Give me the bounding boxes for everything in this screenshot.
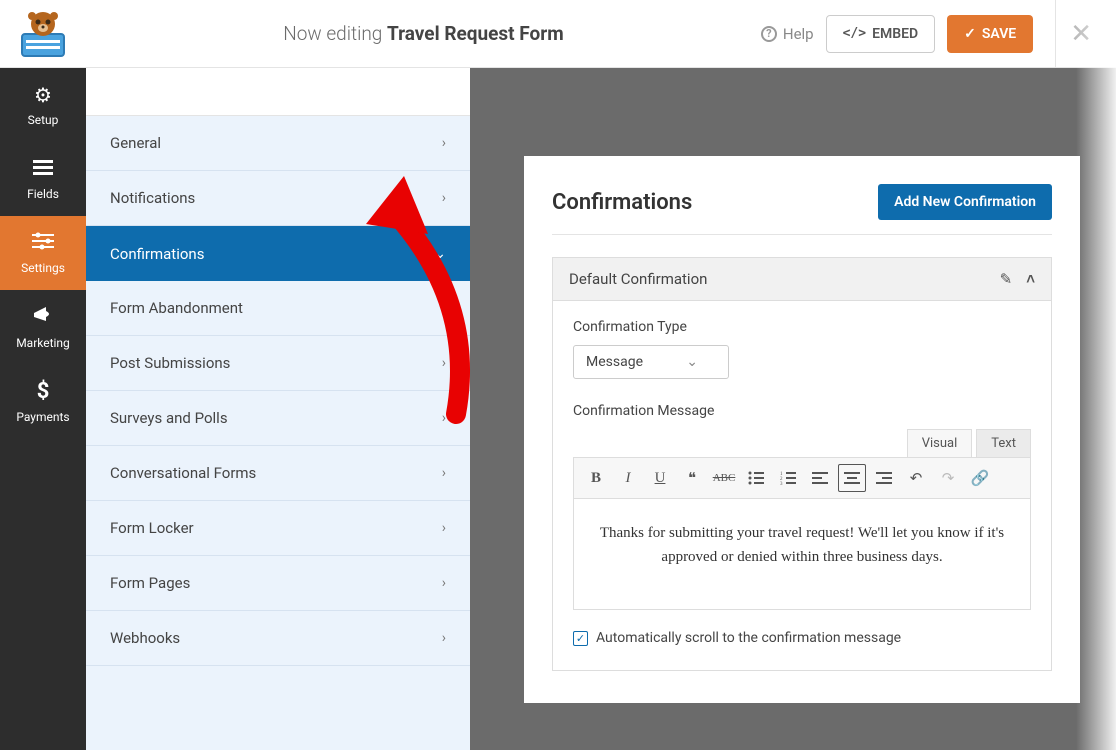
subnav-post-submissions[interactable]: Post Submissions› [86,336,470,391]
primary-nav: ⚙ Setup Fields Settings Marketing $ Paym… [0,68,86,750]
undo-button[interactable]: ↶ [902,464,930,492]
bullhorn-icon [32,305,54,330]
close-button[interactable]: ✕ [1055,0,1096,68]
save-button[interactable]: ✓ SAVE [947,15,1033,53]
embed-button[interactable]: </> EMBED [826,15,936,53]
nav-settings[interactable]: Settings [0,216,86,290]
subnav-confirmations[interactable]: Confirmations⌄ [86,226,470,281]
subnav-notifications[interactable]: Notifications› [86,171,470,226]
nav-setup[interactable]: ⚙ Setup [0,68,86,142]
gear-icon: ⚙ [34,83,52,107]
chevron-down-icon: ⌄ [686,354,698,370]
quote-button[interactable]: ❝ [678,464,706,492]
chevron-right-icon: › [442,465,446,481]
rich-text-editor: B I U ❝ ABC 123 [573,457,1031,610]
chevron-right-icon: › [442,520,446,536]
chevron-right-icon: › [442,190,446,206]
subnav-form-locker[interactable]: Form Locker› [86,501,470,556]
chevron-right-icon: › [442,410,446,426]
app-logo [0,0,86,68]
panel-title: Confirmations [552,190,692,215]
strikethrough-button[interactable]: ABC [710,464,738,492]
dollar-icon: $ [37,379,50,404]
align-left-button[interactable] [806,464,834,492]
help-icon: ? [761,26,777,42]
subnav-general[interactable]: General› [86,116,470,171]
confirmation-header[interactable]: Default Confirmation ✎ ˄ [553,258,1051,301]
bold-button[interactable]: B [582,464,610,492]
settings-subnav: Settings General› Notifications› Confirm… [86,68,470,750]
nav-fields[interactable]: Fields [0,142,86,216]
editor-toolbar: B I U ❝ ABC 123 [574,458,1030,499]
editor-tab-visual[interactable]: Visual [907,429,973,458]
subnav-form-abandonment[interactable]: Form Abandonment› [86,281,470,336]
check-icon: ✓ [964,26,976,42]
align-right-button[interactable] [870,464,898,492]
nav-payments[interactable]: $ Payments [0,364,86,438]
chevron-down-icon: ⌄ [434,246,446,262]
confirmation-message-label: Confirmation Message [573,403,1031,419]
chevron-right-icon: › [442,135,446,151]
main-content: Confirmations Add New Confirmation Defau… [470,68,1116,750]
underline-button[interactable]: U [646,464,674,492]
add-confirmation-button[interactable]: Add New Confirmation [878,184,1052,220]
svg-text:3: 3 [780,482,783,485]
editor-content[interactable]: Thanks for submitting your travel reques… [574,499,1030,609]
close-icon: ✕ [1070,19,1092,49]
chevron-up-icon[interactable]: ˄ [1026,270,1035,288]
subnav-form-pages[interactable]: Form Pages› [86,556,470,611]
subnav-surveys-and-polls[interactable]: Surveys and Polls› [86,391,470,446]
chevron-right-icon: › [442,355,446,371]
confirmation-type-select[interactable]: Message ⌄ [573,345,729,379]
confirmation-block: Default Confirmation ✎ ˄ Confirmation Ty… [552,257,1052,671]
subnav-conversational-forms[interactable]: Conversational Forms› [86,446,470,501]
chevron-right-icon: › [442,630,446,646]
italic-button[interactable]: I [614,464,642,492]
nav-marketing[interactable]: Marketing [0,290,86,364]
chevron-right-icon: › [442,300,446,316]
numbered-list-button[interactable]: 123 [774,464,802,492]
link-button[interactable]: 🔗 [966,464,994,492]
code-icon: </> [843,26,866,41]
autoscroll-checkbox-row[interactable]: ✓ Automatically scroll to the confirmati… [573,630,1031,646]
editor-tab-text[interactable]: Text [976,429,1031,458]
list-icon [33,157,53,181]
bulleted-list-button[interactable] [742,464,770,492]
sliders-icon [32,231,54,255]
redo-button[interactable]: ↷ [934,464,962,492]
help-link[interactable]: ? Help [761,25,814,43]
checkbox-checked-icon: ✓ [573,631,588,646]
chevron-right-icon: › [442,575,446,591]
pencil-icon[interactable]: ✎ [1000,270,1013,288]
confirmation-type-label: Confirmation Type [573,319,1031,335]
page-title: Now editing Travel Request Form [86,22,761,45]
subnav-webhooks[interactable]: Webhooks› [86,611,470,666]
align-center-button[interactable] [838,464,866,492]
